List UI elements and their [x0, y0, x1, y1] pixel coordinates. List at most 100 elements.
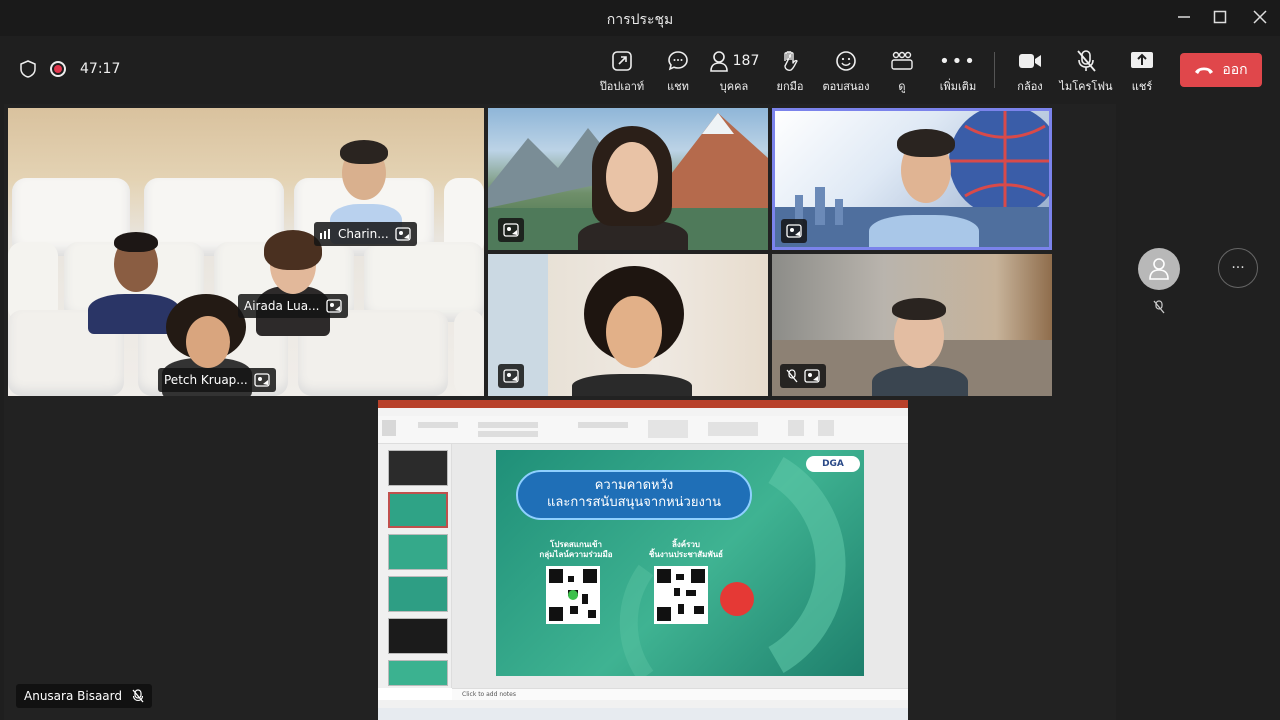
- content-share-icon: [786, 224, 802, 238]
- content-share-icon: [503, 369, 519, 383]
- notes-pane[interactable]: Click to add notes: [452, 688, 908, 700]
- slide-thumb[interactable]: [388, 492, 448, 528]
- more-label: เพิ่มเติม: [939, 80, 977, 93]
- close-button[interactable]: [1242, 4, 1278, 30]
- ribbon-graphics: [382, 420, 834, 438]
- camera-icon: [1019, 54, 1041, 68]
- content-share-icon: [804, 369, 820, 383]
- content-share-icon: [254, 373, 270, 387]
- slide-thumb[interactable]: [388, 450, 448, 486]
- view-icon: [891, 51, 913, 70]
- chat-button[interactable]: แชท: [650, 48, 706, 98]
- popout-icon: [612, 51, 632, 71]
- signal-bars-icon: [320, 229, 330, 239]
- react-button[interactable]: ตอบสนอง: [818, 48, 874, 98]
- slide-thumb[interactable]: [388, 660, 448, 686]
- chat-label: แชท: [667, 80, 689, 93]
- view-label: ดู: [898, 80, 906, 93]
- nametag-airada: Airada Lua...: [238, 294, 348, 318]
- qr2-label: ลิ้งค์รวบ ชิ้นงานประชาสัมพันธ์: [648, 540, 724, 560]
- more-participants-button[interactable]: ···: [1218, 248, 1258, 288]
- more-icon: ···: [1231, 260, 1245, 276]
- mic-off-icon: [132, 689, 144, 703]
- mic-off-icon: [1153, 300, 1165, 314]
- leave-button[interactable]: ออก: [1180, 53, 1262, 87]
- pp-status-bar: [378, 700, 908, 708]
- video-tile-woman-mountain[interactable]: [488, 108, 768, 250]
- slide-thumb[interactable]: [388, 576, 448, 612]
- muted-badge: [780, 364, 826, 388]
- content-share-icon: [503, 223, 519, 237]
- video-tile-room[interactable]: Charin... Airada Lua... Petch Kruap...: [8, 108, 484, 396]
- chat-icon: [668, 51, 688, 71]
- view-button[interactable]: ดู: [874, 48, 930, 98]
- maximize-button[interactable]: [1202, 4, 1238, 30]
- share-screen-icon: [1131, 52, 1153, 68]
- qr-code-pr-links: [654, 566, 708, 624]
- meeting-timer: 47:17: [80, 61, 121, 77]
- participant-avatar[interactable]: [1138, 248, 1180, 290]
- slide-thumb[interactable]: [388, 618, 448, 654]
- more-button[interactable]: ••• เพิ่มเติม: [930, 48, 986, 98]
- meeting-toolbar: 47:17 ป๊อปเอาท์ แชท 187 บุคคล ยกมือ ตอบส…: [0, 36, 1280, 104]
- slide-heading-line1: ความคาดหวัง: [594, 478, 674, 494]
- nametag-petch: Petch Kruap...: [158, 368, 276, 392]
- shared-screen[interactable]: DGA ความคาดหวัง และการสนับสนุนจากหน่วยงา…: [378, 400, 908, 720]
- dga-logo: DGA: [806, 456, 860, 472]
- share-label: แชร์: [1131, 80, 1153, 93]
- popout-label: ป๊อปเอาท์: [599, 80, 645, 93]
- mic-off-icon: [786, 369, 798, 383]
- self-name: Anusara Bisaard: [24, 689, 122, 703]
- camera-button[interactable]: กล้อง: [1002, 48, 1058, 98]
- qr-code-icon: [657, 569, 705, 621]
- content-share-icon: [395, 227, 411, 241]
- close-icon: [1253, 10, 1267, 24]
- content-share-badge: [498, 218, 524, 242]
- participant-name: Charin...: [338, 227, 389, 241]
- qr1-label: โปรดสแกนเข้า กลุ่มไลน์ความร่วมมือ: [539, 540, 613, 560]
- pp-title-bar: [378, 400, 908, 408]
- qr-code-icon: [549, 569, 597, 621]
- content-share-badge: [498, 364, 524, 388]
- raise-hand-icon: [784, 51, 798, 71]
- leave-label: ออก: [1222, 62, 1248, 78]
- minimize-icon: [1178, 16, 1190, 18]
- people-icon: [709, 51, 728, 72]
- meeting-info: 47:17: [20, 60, 120, 78]
- hangup-icon: [1195, 67, 1214, 74]
- auditorium-seats: [8, 178, 484, 396]
- windows-taskbar: [378, 708, 908, 720]
- popout-button[interactable]: ป๊อปเอาท์: [594, 48, 650, 98]
- window-title: การประชุม: [606, 12, 674, 28]
- current-slide: DGA ความคาดหวัง และการสนับสนุนจากหน่วยงา…: [496, 450, 864, 676]
- raise-hand-button[interactable]: ยกมือ: [762, 48, 818, 98]
- toolbar-divider: [994, 52, 995, 88]
- maximize-icon: [1213, 10, 1227, 24]
- overflow-participants-panel: ···: [1118, 140, 1280, 580]
- people-count: 187: [732, 53, 760, 69]
- recording-icon: [50, 61, 66, 77]
- mic-off-icon: [1077, 50, 1096, 72]
- shield-icon[interactable]: [20, 60, 36, 78]
- self-nametag: Anusara Bisaard: [16, 684, 152, 708]
- slide-thumbnails: [378, 444, 452, 688]
- content-share-icon: [325, 299, 342, 313]
- video-tile-curly-man[interactable]: [488, 254, 768, 396]
- slide-canvas: DGA ความคาดหวัง และการสนับสนุนจากหน่วยงา…: [452, 444, 908, 688]
- slide-thumb[interactable]: [388, 534, 448, 570]
- mic-label: ไมโครโฟน: [1059, 80, 1113, 93]
- nametag-charin: Charin...: [314, 222, 417, 246]
- pp-ribbon: [378, 416, 908, 444]
- pp-menu-bar: [378, 408, 908, 416]
- red-dot-marker: [720, 582, 754, 616]
- react-label: ตอบสนอง: [822, 80, 870, 93]
- raise-hand-label: ยกมือ: [776, 80, 804, 93]
- share-button[interactable]: แชร์: [1114, 48, 1170, 98]
- mic-button[interactable]: ไมโครโฟน: [1058, 48, 1114, 98]
- minimize-button[interactable]: [1166, 4, 1202, 30]
- more-icon: •••: [939, 50, 977, 72]
- video-tile-glasses-man[interactable]: [772, 254, 1052, 396]
- people-button[interactable]: 187 บุคคล: [704, 48, 764, 98]
- video-tile-active-speaker[interactable]: [772, 108, 1052, 250]
- people-label: บุคคล: [719, 80, 749, 93]
